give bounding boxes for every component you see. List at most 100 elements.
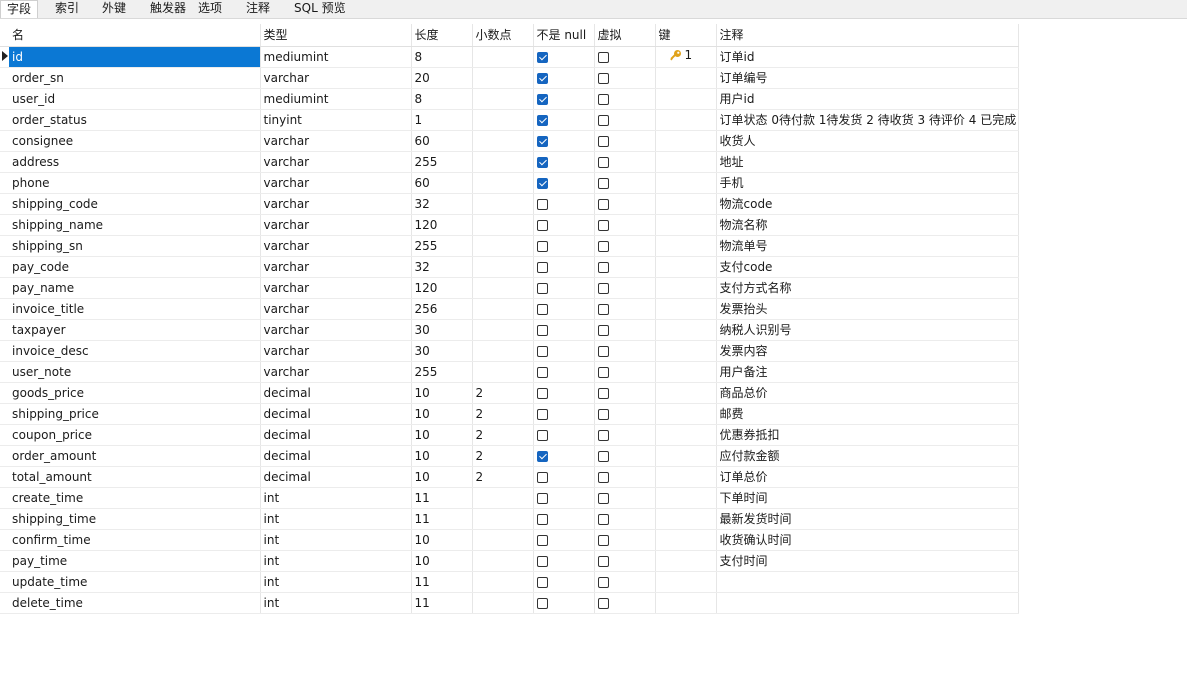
field-length-cell[interactable]: 11 — [411, 508, 473, 530]
field-decimals-cell[interactable] — [472, 529, 534, 551]
field-decimals-cell[interactable] — [472, 319, 534, 341]
checkbox-unchecked[interactable] — [536, 219, 548, 231]
field-length-cell[interactable]: 120 — [411, 277, 473, 299]
field-length-cell[interactable]: 10 — [411, 550, 473, 572]
checkbox-unchecked[interactable] — [597, 471, 609, 483]
header-not-null[interactable]: 不是 null — [533, 24, 595, 47]
field-length-cell[interactable]: 255 — [411, 235, 473, 257]
field-name-cell[interactable]: user_id — [9, 88, 261, 110]
tab-fields[interactable]: 字段 — [0, 0, 39, 18]
field-name-cell[interactable]: coupon_price — [9, 424, 261, 446]
field-length-cell[interactable]: 10 — [411, 445, 473, 467]
field-name-cell[interactable]: invoice_desc — [9, 340, 261, 362]
key-cell[interactable] — [655, 235, 717, 257]
field-comment-cell[interactable]: 收货人 — [716, 130, 1019, 152]
field-type-cell[interactable]: varchar — [260, 67, 412, 89]
field-comment-cell[interactable] — [716, 592, 1019, 614]
key-cell[interactable] — [655, 466, 717, 488]
field-name-cell[interactable]: order_status — [9, 109, 261, 131]
checkbox-unchecked[interactable] — [597, 93, 609, 105]
field-name-cell[interactable]: pay_name — [9, 277, 261, 299]
field-name-cell[interactable]: id — [9, 46, 261, 68]
table-row[interactable]: confirm_time int 10 收货确认时间 — [0, 529, 1019, 551]
field-type-cell[interactable]: varchar — [260, 193, 412, 215]
key-cell[interactable] — [655, 424, 717, 446]
field-comment-cell[interactable]: 邮费 — [716, 403, 1019, 425]
checkbox-checked[interactable] — [536, 51, 548, 63]
checkbox-unchecked[interactable] — [597, 513, 609, 525]
field-decimals-cell[interactable] — [472, 235, 534, 257]
field-type-cell[interactable]: int — [260, 592, 412, 614]
checkbox-checked[interactable] — [536, 450, 548, 462]
field-type-cell[interactable]: int — [260, 529, 412, 551]
field-decimals-cell[interactable]: 2 — [472, 424, 534, 446]
field-type-cell[interactable]: int — [260, 508, 412, 530]
checkbox-checked[interactable] — [536, 156, 548, 168]
field-comment-cell[interactable]: 订单状态 0待付款 1待发货 2 待收货 3 待评价 4 已完成 — [716, 109, 1019, 131]
field-length-cell[interactable]: 32 — [411, 193, 473, 215]
table-row[interactable]: update_time int 11 — [0, 571, 1019, 593]
header-virtual[interactable]: 虚拟 — [594, 24, 656, 47]
field-comment-cell[interactable]: 用户备注 — [716, 361, 1019, 383]
checkbox-unchecked[interactable] — [597, 366, 609, 378]
field-length-cell[interactable]: 10 — [411, 403, 473, 425]
field-type-cell[interactable]: int — [260, 487, 412, 509]
field-length-cell[interactable]: 10 — [411, 466, 473, 488]
tab-comment[interactable]: 注释 — [246, 0, 270, 18]
key-cell[interactable] — [655, 193, 717, 215]
header-length[interactable]: 长度 — [411, 24, 473, 47]
field-comment-cell[interactable]: 收货确认时间 — [716, 529, 1019, 551]
field-comment-cell[interactable]: 支付code — [716, 256, 1019, 278]
field-type-cell[interactable]: mediumint — [260, 88, 412, 110]
field-name-cell[interactable]: phone — [9, 172, 261, 194]
key-cell[interactable] — [655, 319, 717, 341]
field-comment-cell[interactable]: 优惠券抵扣 — [716, 424, 1019, 446]
field-type-cell[interactable]: varchar — [260, 298, 412, 320]
checkbox-checked[interactable] — [536, 93, 548, 105]
field-length-cell[interactable]: 32 — [411, 256, 473, 278]
tab-sql-preview[interactable]: SQL 预览 — [294, 0, 346, 18]
key-cell[interactable] — [655, 88, 717, 110]
field-name-cell[interactable]: confirm_time — [9, 529, 261, 551]
table-row[interactable]: delete_time int 11 — [0, 592, 1019, 614]
checkbox-unchecked[interactable] — [597, 261, 609, 273]
field-type-cell[interactable]: varchar — [260, 256, 412, 278]
field-name-cell[interactable]: shipping_code — [9, 193, 261, 215]
field-decimals-cell[interactable] — [472, 172, 534, 194]
header-decimals[interactable]: 小数点 — [472, 24, 534, 47]
field-length-cell[interactable]: 11 — [411, 571, 473, 593]
checkbox-unchecked[interactable] — [597, 303, 609, 315]
field-name-cell[interactable]: pay_time — [9, 550, 261, 572]
key-cell[interactable] — [655, 172, 717, 194]
key-cell[interactable] — [655, 109, 717, 131]
field-length-cell[interactable]: 60 — [411, 172, 473, 194]
field-decimals-cell[interactable]: 2 — [472, 403, 534, 425]
checkbox-checked[interactable] — [536, 177, 548, 189]
table-row[interactable]: address varchar 255 地址 — [0, 151, 1019, 173]
field-type-cell[interactable]: varchar — [260, 172, 412, 194]
key-cell[interactable] — [655, 214, 717, 236]
table-row[interactable]: user_id mediumint 8 用户id — [0, 88, 1019, 110]
checkbox-unchecked[interactable] — [597, 219, 609, 231]
field-decimals-cell[interactable] — [472, 571, 534, 593]
field-length-cell[interactable]: 255 — [411, 361, 473, 383]
field-length-cell[interactable]: 30 — [411, 319, 473, 341]
field-comment-cell[interactable]: 物流单号 — [716, 235, 1019, 257]
table-row[interactable]: pay_code varchar 32 支付code — [0, 256, 1019, 278]
table-row[interactable]: pay_time int 10 支付时间 — [0, 550, 1019, 572]
field-comment-cell[interactable]: 下单时间 — [716, 487, 1019, 509]
field-type-cell[interactable]: decimal — [260, 445, 412, 467]
field-decimals-cell[interactable] — [472, 214, 534, 236]
field-length-cell[interactable]: 255 — [411, 151, 473, 173]
checkbox-unchecked[interactable] — [536, 429, 548, 441]
field-name-cell[interactable]: taxpayer — [9, 319, 261, 341]
field-type-cell[interactable]: int — [260, 571, 412, 593]
field-name-cell[interactable]: consignee — [9, 130, 261, 152]
field-comment-cell[interactable]: 订单编号 — [716, 67, 1019, 89]
tab-indexes[interactable]: 索引 — [55, 0, 79, 18]
checkbox-unchecked[interactable] — [597, 135, 609, 147]
field-decimals-cell[interactable]: 2 — [472, 382, 534, 404]
checkbox-unchecked[interactable] — [536, 261, 548, 273]
table-row[interactable]: pay_name varchar 120 支付方式名称 — [0, 277, 1019, 299]
field-comment-cell[interactable]: 订单总价 — [716, 466, 1019, 488]
